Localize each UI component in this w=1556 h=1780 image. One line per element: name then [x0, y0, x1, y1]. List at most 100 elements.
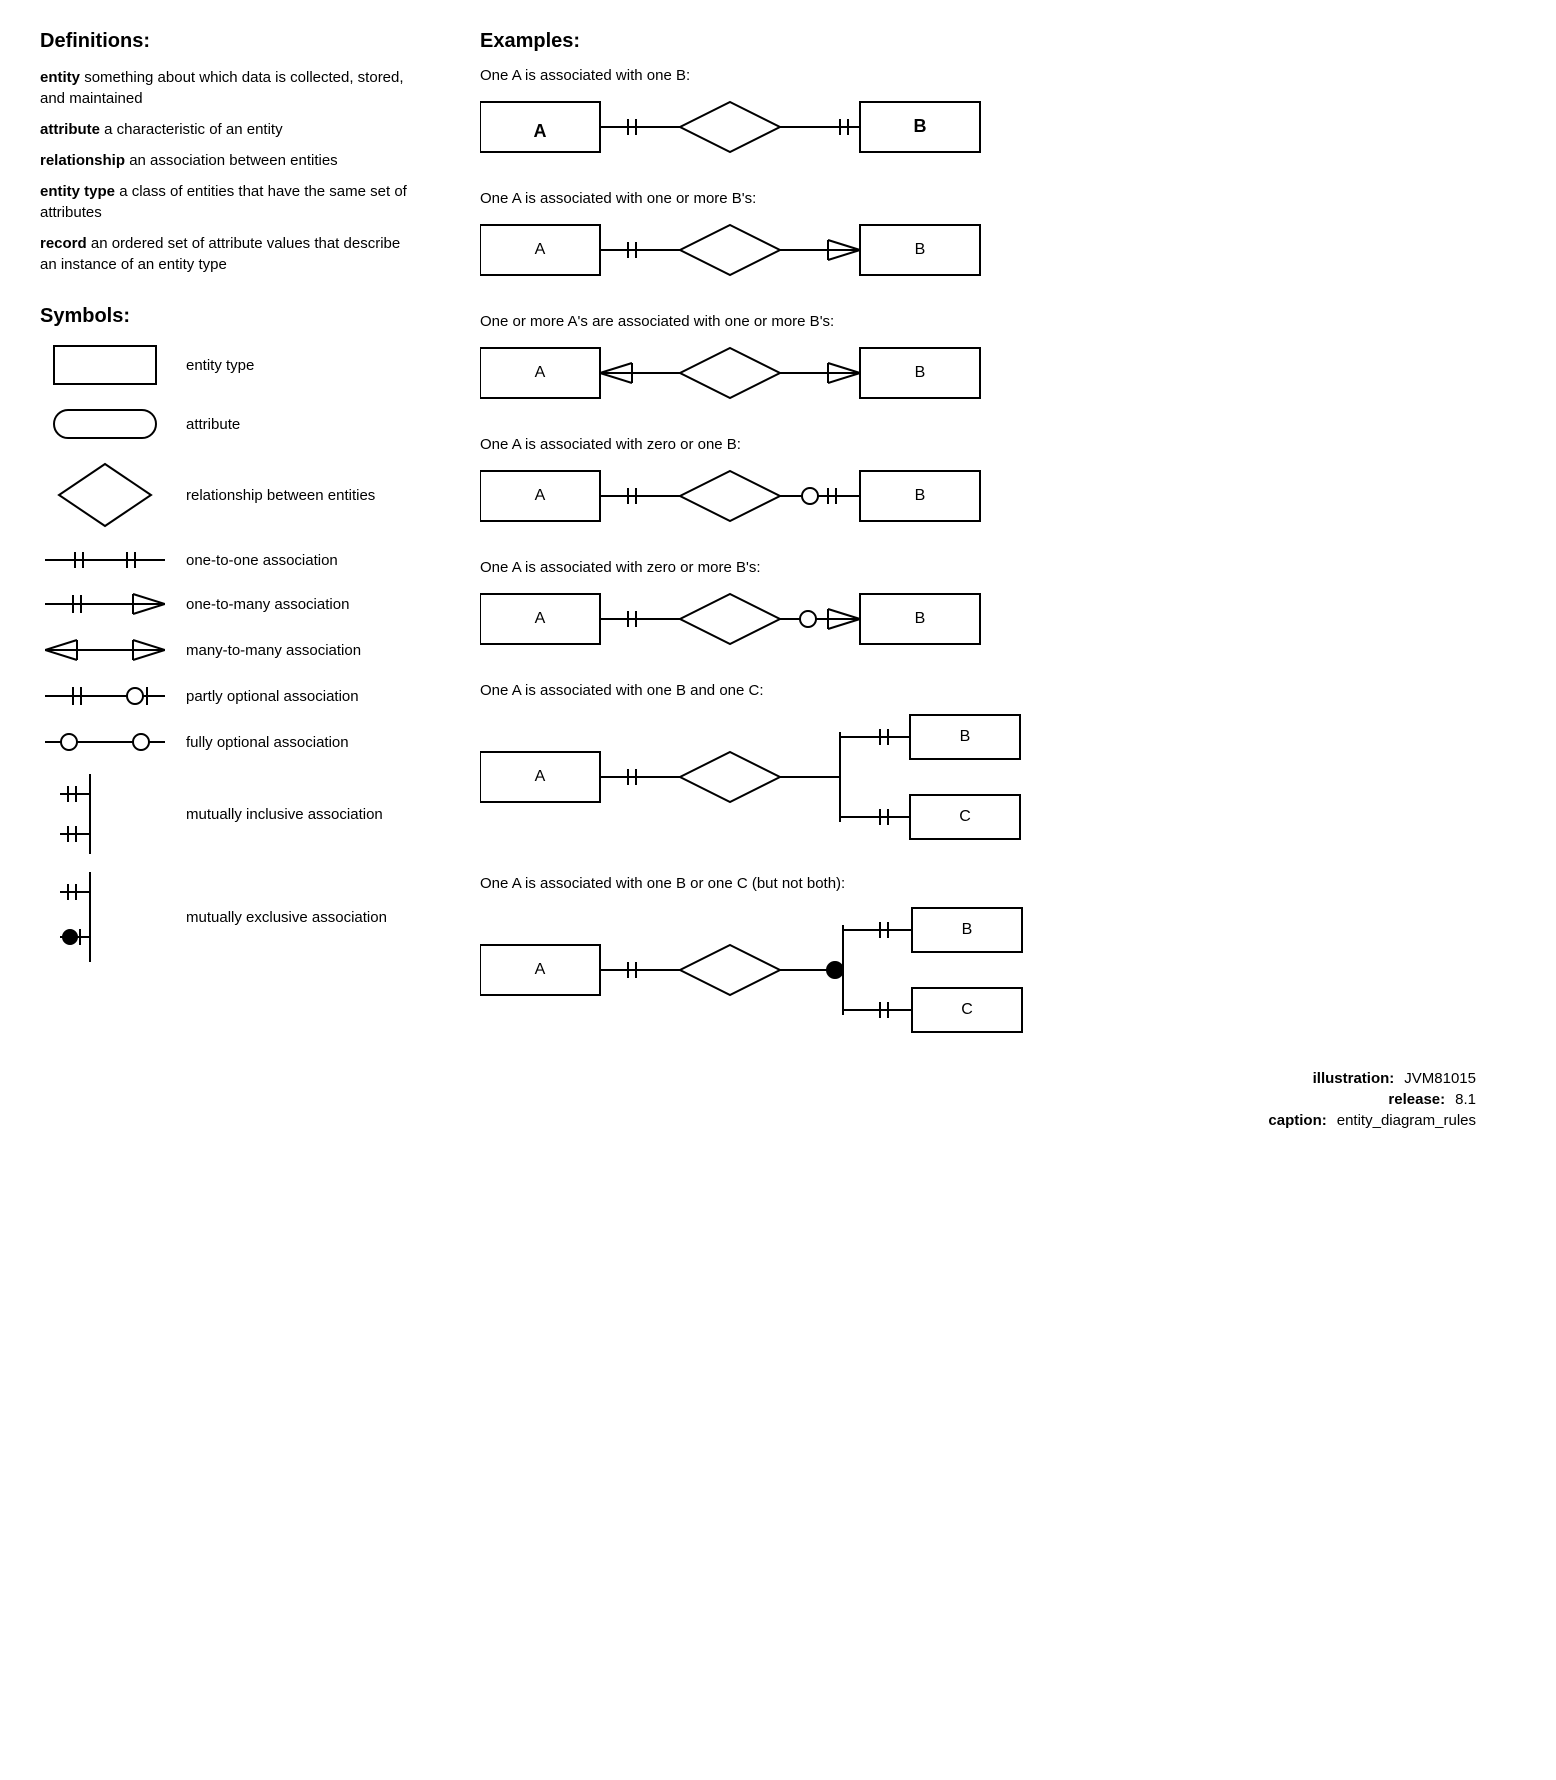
def-attribute-term: attribute: [40, 121, 100, 138]
example-1-svg: A B: [480, 92, 1040, 162]
svg-text:B: B: [962, 921, 973, 938]
one-to-many-label: one-to-many association: [186, 596, 349, 613]
example-7-diagram: A: [480, 900, 1516, 1040]
svg-text:A: A: [534, 121, 547, 141]
example-5-svg: A B: [480, 584, 1040, 654]
example-6: One A is associated with one B and one C…: [480, 682, 1516, 847]
def-record-desc: an ordered set of attribute values that …: [40, 235, 400, 273]
many-to-many-label: many-to-many association: [186, 642, 361, 659]
symbol-many-to-many: many-to-many association: [40, 636, 420, 664]
svg-text:A: A: [535, 241, 546, 258]
def-relationship: relationship an association between enti…: [40, 150, 420, 171]
svg-text:A: A: [535, 961, 546, 978]
fully-optional-svg: [45, 728, 165, 756]
relationship-graphic: [40, 460, 170, 530]
footer-section: illustration: JVM81015 release: 8.1 capt…: [480, 1070, 1516, 1129]
example-3-label: One or more A's are associated with one …: [480, 313, 1516, 330]
example-3-svg: A B: [480, 338, 1040, 408]
example-4: One A is associated with zero or one B: …: [480, 436, 1516, 531]
footer-illustration: illustration: JVM81015: [480, 1070, 1476, 1087]
def-entity-desc: something about which data is collected,…: [40, 69, 404, 107]
symbol-mutually-inclusive: mutually inclusive association: [40, 774, 420, 854]
symbol-one-to-many: one-to-many association: [40, 590, 420, 618]
mutually-exclusive-label: mutually exclusive association: [186, 909, 387, 926]
right-column: Examples: One A is associated with one B…: [480, 30, 1516, 1133]
def-attribute-desc: a characteristic of an entity: [104, 121, 282, 138]
attribute-graphic: [40, 406, 170, 442]
svg-text:A: A: [535, 768, 546, 785]
symbols-section: Symbols: entity type attribute: [40, 305, 420, 962]
example-7-svg: A: [480, 900, 1040, 1040]
svg-text:C: C: [959, 808, 971, 825]
entity-type-svg: [50, 342, 160, 388]
example-4-svg: A B: [480, 461, 1040, 531]
example-7-label: One A is associated with one B or one C …: [480, 875, 1516, 892]
svg-text:B: B: [960, 728, 971, 745]
example-3-diagram: A B: [480, 338, 1516, 408]
one-to-many-svg: [45, 590, 165, 618]
one-to-one-label: one-to-one association: [186, 552, 338, 569]
svg-text:B: B: [915, 610, 926, 627]
def-entity-type-term: entity type: [40, 183, 115, 200]
one-to-many-graphic: [40, 590, 170, 618]
release-value: 8.1: [1455, 1091, 1476, 1108]
example-3: One or more A's are associated with one …: [480, 313, 1516, 408]
example-2: One A is associated with one or more B's…: [480, 190, 1516, 285]
symbol-one-to-one: one-to-one association: [40, 548, 420, 572]
example-2-diagram: A B: [480, 215, 1516, 285]
example-6-svg: A B: [480, 707, 1040, 847]
symbol-mutually-exclusive: mutually exclusive association: [40, 872, 420, 962]
release-label: release:: [1388, 1091, 1445, 1108]
svg-text:B: B: [914, 116, 927, 136]
svg-text:C: C: [961, 1001, 973, 1018]
illustration-value: JVM81015: [1404, 1070, 1476, 1087]
definitions-title: Definitions:: [40, 30, 420, 53]
relationship-svg: [55, 460, 155, 530]
example-6-label: One A is associated with one B and one C…: [480, 682, 1516, 699]
fully-optional-label: fully optional association: [186, 734, 349, 751]
def-relationship-desc: an association between entities: [129, 152, 337, 169]
caption-label: caption:: [1268, 1112, 1326, 1129]
svg-text:A: A: [535, 487, 546, 504]
example-6-diagram: A B: [480, 707, 1516, 847]
partly-optional-svg: [45, 682, 165, 710]
relationship-label: relationship between entities: [186, 487, 375, 504]
symbol-entity-type: entity type: [40, 342, 420, 388]
example-2-label: One A is associated with one or more B's…: [480, 190, 1516, 207]
one-to-one-graphic: [40, 548, 170, 572]
example-1-label: One A is associated with one B:: [480, 67, 1516, 84]
footer-caption: caption: entity_diagram_rules: [480, 1112, 1476, 1129]
examples-title: Examples:: [480, 30, 1516, 53]
svg-text:A: A: [535, 610, 546, 627]
attribute-svg: [50, 406, 160, 442]
example-4-label: One A is associated with zero or one B:: [480, 436, 1516, 453]
symbol-partly-optional: partly optional association: [40, 682, 420, 710]
def-attribute: attribute a characteristic of an entity: [40, 119, 420, 140]
main-layout: Definitions: entity something about whic…: [40, 30, 1516, 1133]
partly-optional-graphic: [40, 682, 170, 710]
example-5: One A is associated with zero or more B'…: [480, 559, 1516, 654]
left-column: Definitions: entity something about whic…: [40, 30, 420, 980]
def-relationship-term: relationship: [40, 152, 125, 169]
example-1-diagram: A B: [480, 92, 1516, 162]
mutually-inclusive-svg: [60, 774, 150, 854]
mutually-exclusive-svg: [60, 872, 150, 962]
svg-text:A: A: [535, 364, 546, 381]
fully-optional-graphic: [40, 728, 170, 756]
symbol-relationship: relationship between entities: [40, 460, 420, 530]
mutually-inclusive-graphic: [40, 774, 170, 854]
example-2-svg: A B: [480, 215, 1040, 285]
example-5-label: One A is associated with zero or more B'…: [480, 559, 1516, 576]
svg-text:B: B: [915, 364, 926, 381]
illustration-label: illustration:: [1313, 1070, 1395, 1087]
def-entity-term: entity: [40, 69, 80, 86]
example-1: One A is associated with one B: A: [480, 67, 1516, 162]
def-entity: entity something about which data is col…: [40, 67, 420, 109]
footer-release: release: 8.1: [480, 1091, 1476, 1108]
example-5-diagram: A B: [480, 584, 1516, 654]
def-record-term: record: [40, 235, 87, 252]
def-record: record an ordered set of attribute value…: [40, 233, 420, 275]
attribute-label: attribute: [186, 416, 240, 433]
entity-type-graphic: [40, 342, 170, 388]
example-7: One A is associated with one B or one C …: [480, 875, 1516, 1040]
